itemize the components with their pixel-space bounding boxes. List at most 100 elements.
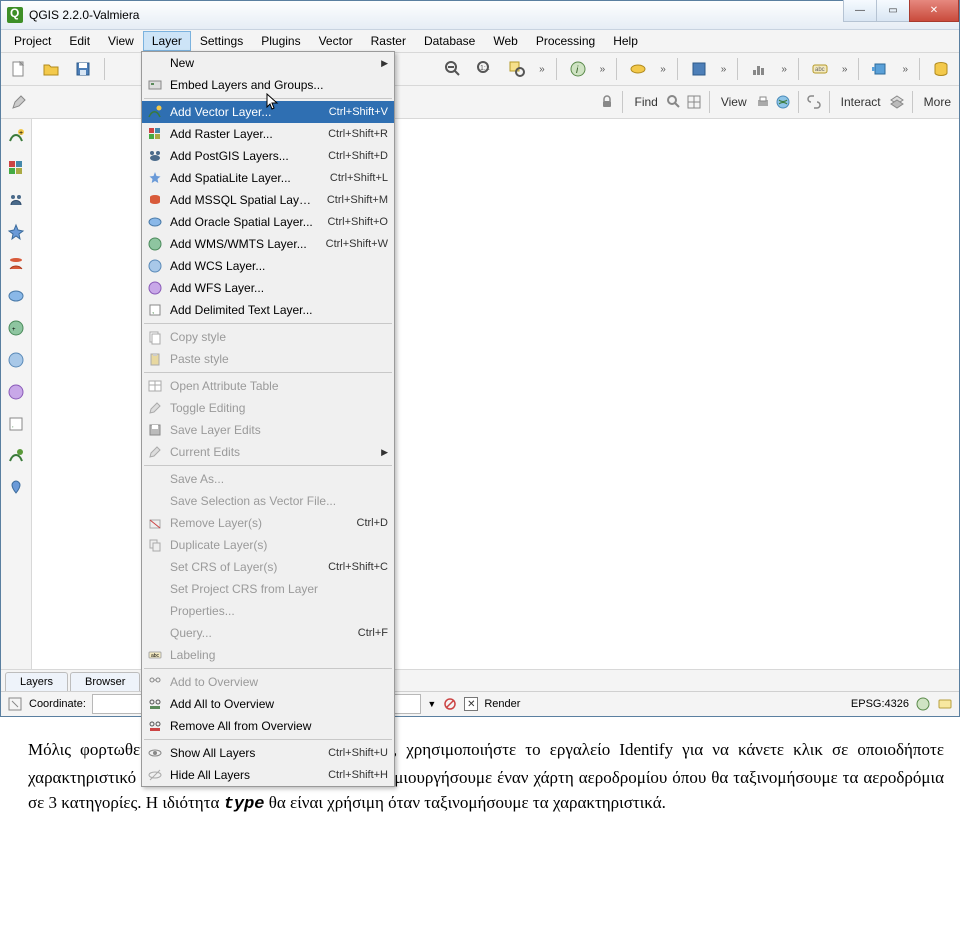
add-postgis-icon[interactable]	[3, 187, 29, 213]
menu-processing[interactable]: Processing	[527, 31, 604, 51]
add-wms-icon[interactable]: +	[3, 315, 29, 341]
print-icon[interactable]	[755, 94, 771, 110]
menu-item[interactable]: Add PostGIS Layers...Ctrl+Shift+D	[142, 145, 394, 167]
blank-icon	[146, 471, 164, 487]
menu-item-label: Add SpatiaLite Layer...	[170, 171, 320, 185]
remove-icon	[146, 515, 164, 531]
maximize-button[interactable]: ▭	[876, 0, 910, 22]
copy-icon	[146, 329, 164, 345]
show-icon	[146, 745, 164, 761]
search-icon[interactable]	[666, 94, 682, 110]
add-mssql-icon[interactable]	[3, 251, 29, 277]
menu-item-label: Add Oracle Spatial Layer...	[170, 215, 317, 229]
pencil-icon[interactable]	[5, 88, 33, 116]
new-file-icon[interactable]	[5, 55, 33, 83]
open-file-icon[interactable]	[37, 55, 65, 83]
menu-item[interactable]: Add WMS/WMTS Layer...Ctrl+Shift+W	[142, 233, 394, 255]
overflow-icon[interactable]: »	[717, 64, 731, 75]
scale-dropdown-icon[interactable]: ▼	[427, 699, 436, 709]
epsg-label[interactable]: EPSG:4326	[851, 698, 909, 710]
bookmarks-icon[interactable]	[685, 55, 713, 83]
menu-layer[interactable]: Layer	[143, 31, 191, 51]
blank-icon	[146, 55, 164, 71]
menu-database[interactable]: Database	[415, 31, 484, 51]
menu-item[interactable]: Add Vector Layer...Ctrl+Shift+V	[142, 101, 394, 123]
menu-item: Set CRS of Layer(s)Ctrl+Shift+C	[142, 556, 394, 578]
menu-shortcut: Ctrl+Shift+V	[319, 106, 388, 118]
menu-web[interactable]: Web	[484, 31, 526, 51]
zoom-full-icon[interactable]: 1:1	[471, 55, 499, 83]
menu-item-label: Save As...	[170, 472, 388, 486]
identify-icon[interactable]: i	[564, 55, 592, 83]
zoom-out-icon[interactable]	[439, 55, 467, 83]
menu-project[interactable]: Project	[5, 31, 60, 51]
database-icon[interactable]	[927, 55, 955, 83]
menu-item[interactable]: Embed Layers and Groups...	[142, 74, 394, 96]
add-oracle-icon[interactable]	[3, 283, 29, 309]
grid-icon[interactable]	[686, 94, 702, 110]
menu-plugins[interactable]: Plugins	[252, 31, 309, 51]
render-checkbox[interactable]: ✕	[464, 697, 478, 711]
menu-settings[interactable]: Settings	[191, 31, 252, 51]
menu-item-label: Paste style	[170, 352, 388, 366]
minimize-button[interactable]: —	[843, 0, 877, 22]
tab-layers[interactable]: Layers	[5, 672, 68, 691]
add-spatialite-icon[interactable]	[3, 219, 29, 245]
menu-item[interactable]: Remove All from Overview	[142, 715, 394, 737]
overflow-icon[interactable]: »	[596, 64, 610, 75]
menu-item[interactable]: Add MSSQL Spatial Layer...Ctrl+Shift+M	[142, 189, 394, 211]
histogram-icon[interactable]	[745, 55, 773, 83]
link-icon[interactable]	[806, 94, 822, 110]
svg-text:+: +	[19, 130, 23, 137]
add-raster-icon[interactable]	[3, 155, 29, 181]
vec-icon	[146, 104, 164, 120]
add-wcs-icon[interactable]	[3, 347, 29, 373]
menu-item[interactable]: Add SpatiaLite Layer...Ctrl+Shift+L	[142, 167, 394, 189]
save-file-icon[interactable]	[69, 55, 97, 83]
menu-view[interactable]: View	[99, 31, 143, 51]
plugin-icon[interactable]	[866, 55, 894, 83]
new-shapefile-icon[interactable]	[3, 443, 29, 469]
menu-help[interactable]: Help	[604, 31, 647, 51]
menu-item[interactable]: Hide All LayersCtrl+Shift+H	[142, 764, 394, 786]
toggle-extents-icon[interactable]	[7, 696, 23, 712]
messages-icon[interactable]	[937, 696, 953, 712]
tab-browser[interactable]: Browser	[70, 672, 140, 691]
zoom-selection-icon[interactable]	[503, 55, 531, 83]
menu-item[interactable]: Add WCS Layer...	[142, 255, 394, 277]
overflow-icon[interactable]: »	[656, 64, 670, 75]
interact-label: Interact	[837, 95, 885, 109]
overflow-icon[interactable]: »	[535, 64, 549, 75]
measure-icon[interactable]	[624, 55, 652, 83]
menu-item[interactable]: Add WFS Layer...	[142, 277, 394, 299]
menu-item[interactable]: Add All to Overview	[142, 693, 394, 715]
menu-item-label: Toggle Editing	[170, 401, 388, 415]
close-button[interactable]: ✕	[909, 0, 959, 22]
lock-icon[interactable]	[599, 94, 615, 110]
menu-item[interactable]: ,Add Delimited Text Layer...	[142, 299, 394, 321]
view-label: View	[717, 95, 751, 109]
globe-icon[interactable]	[775, 94, 791, 110]
overflow-icon[interactable]: »	[777, 64, 791, 75]
menu-item[interactable]: Add Raster Layer...Ctrl+Shift+R	[142, 123, 394, 145]
menu-item[interactable]: Add Oracle Spatial Layer...Ctrl+Shift+O	[142, 211, 394, 233]
app-window: QGIS 2.2.0-Valmiera — ▭ ✕ Project Edit V…	[0, 0, 960, 717]
add-vector-icon[interactable]: +	[3, 123, 29, 149]
menu-raster[interactable]: Raster	[362, 31, 415, 51]
menu-edit[interactable]: Edit	[60, 31, 99, 51]
label-icon: abc	[146, 647, 164, 663]
crs-icon[interactable]	[915, 696, 931, 712]
gps-icon[interactable]	[3, 475, 29, 501]
add-wfs-icon[interactable]	[3, 379, 29, 405]
menu-item[interactable]: Show All LayersCtrl+Shift+U	[142, 742, 394, 764]
label-icon[interactable]: abc	[806, 55, 834, 83]
layers-icon[interactable]	[889, 94, 905, 110]
rotation-lock-icon[interactable]	[442, 696, 458, 712]
menu-vector[interactable]: Vector	[310, 31, 362, 51]
overflow-icon[interactable]: »	[838, 64, 852, 75]
overflow-icon[interactable]: »	[898, 64, 912, 75]
menu-item-label: Add All to Overview	[170, 697, 388, 711]
menu-item[interactable]: New▶	[142, 52, 394, 74]
svg-text:1:1: 1:1	[480, 65, 490, 72]
add-csv-icon[interactable]: ,	[3, 411, 29, 437]
